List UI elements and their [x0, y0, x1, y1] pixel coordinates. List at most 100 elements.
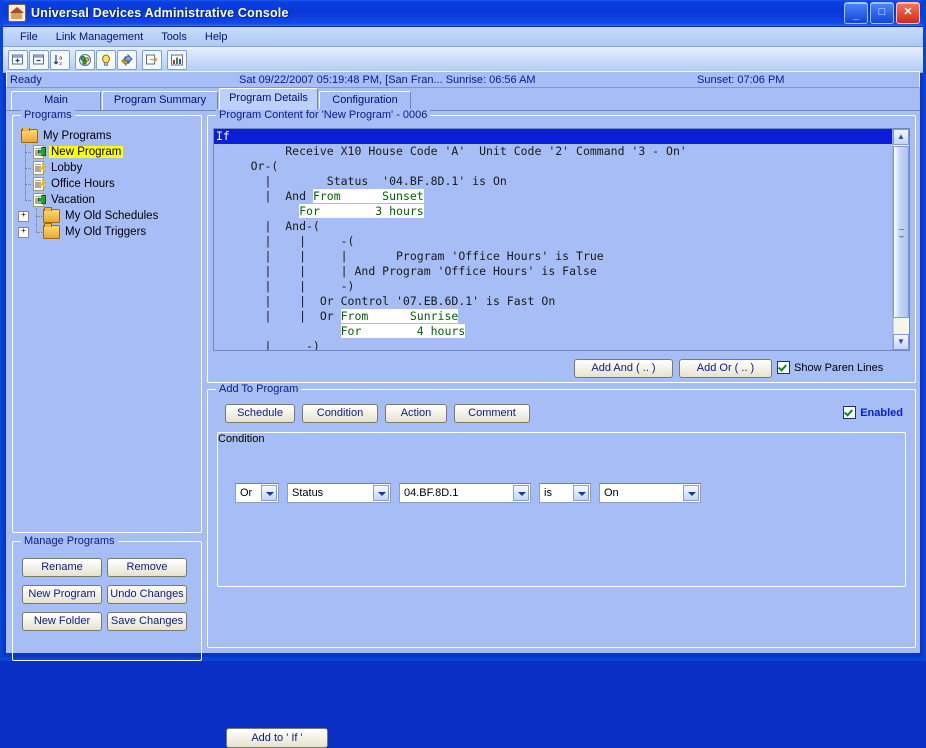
code-prefix — [216, 204, 299, 218]
main-body: Programs My Programs New Program Lobby O… — [6, 109, 920, 748]
code-line: For 4 hours — [214, 324, 893, 339]
program-code-lines: If Receive X10 House Code 'A' Unit Code … — [214, 129, 893, 350]
code-line: | | | Program 'Office Hours' is True — [216, 249, 604, 263]
program-yellow-icon — [32, 177, 46, 191]
maximize-button[interactable]: □ — [870, 2, 894, 24]
rename-button[interactable]: Rename — [22, 558, 102, 577]
tree-item-my-old-triggers[interactable]: + My Old Triggers — [18, 223, 197, 240]
menu-tools[interactable]: Tools — [152, 29, 196, 45]
code-prefix: | And — [216, 189, 313, 203]
programs-panel: Programs My Programs New Program Lobby O… — [12, 109, 202, 533]
tree-item-label: Office Hours — [51, 178, 115, 190]
manage-programs-panel: Manage Programs Rename Remove New Progra… — [12, 535, 202, 661]
sort-az-icon[interactable]: az — [50, 49, 70, 70]
show-paren-lines-checkbox[interactable]: Show Paren Lines — [777, 361, 883, 374]
condition-button[interactable]: Condition — [302, 404, 378, 423]
add-and-button[interactable]: Add And ( .. ) — [574, 359, 673, 378]
menu-file[interactable]: File — [11, 29, 47, 45]
scrollbar-track[interactable] — [893, 318, 909, 333]
tool-bar: az — [3, 47, 923, 73]
menu-help[interactable]: Help — [196, 29, 237, 45]
remove-button[interactable]: Remove — [107, 558, 187, 577]
title-bar: Universal Devices Administrative Console… — [3, 0, 923, 27]
checkbox-box[interactable] — [843, 406, 857, 419]
tree-item-label: My Old Triggers — [65, 226, 147, 238]
tree-item-vacation[interactable]: Vacation — [18, 192, 197, 208]
programs-tree: My Programs New Program Lobby Office Hou… — [18, 128, 197, 528]
new-folder-button[interactable]: New Folder — [22, 612, 102, 631]
action-button[interactable]: Action — [385, 404, 447, 423]
comment-button[interactable]: Comment — [454, 404, 530, 423]
manage-programs-legend: Manage Programs — [21, 535, 118, 547]
export-icon[interactable] — [142, 49, 162, 70]
condition-type-dropdown[interactable]: Status — [287, 483, 391, 503]
remove-node-icon[interactable] — [29, 49, 49, 70]
status-bar: Ready Sat 09/22/2007 05:19:48 PM, [San F… — [6, 71, 920, 88]
comparison-dropdown[interactable]: is — [539, 483, 591, 503]
code-line: Receive X10 House Code 'A' Unit Code '2'… — [216, 144, 687, 158]
tab-program-summary[interactable]: Program Summary — [102, 91, 218, 110]
tree-item-new-program[interactable]: New Program — [18, 144, 197, 160]
chevron-down-icon[interactable] — [373, 485, 389, 501]
new-program-button[interactable]: New Program — [22, 585, 102, 604]
code-line: If — [214, 129, 893, 144]
code-highlight: For 4 hours — [340, 324, 466, 338]
device-address-dropdown[interactable]: 04.BF.8D.1 — [399, 483, 531, 503]
checkbox-box[interactable] — [777, 361, 790, 374]
add-to-if-button[interactable]: Add to ' If ' — [226, 728, 328, 748]
code-line: | | Or Control '07.EB.6D.1' is Fast On — [216, 294, 556, 308]
add-or-button[interactable]: Add Or ( .. ) — [679, 359, 772, 378]
tree-item-label: Vacation — [51, 194, 95, 206]
chevron-down-icon[interactable] — [683, 485, 699, 501]
program-content-editor[interactable]: If Receive X10 House Code 'A' Unit Code … — [213, 128, 910, 351]
tree-item-my-old-schedules[interactable]: + My Old Schedules — [18, 207, 197, 224]
expand-icon[interactable]: + — [18, 210, 29, 222]
enabled-label: Enabled — [860, 406, 903, 419]
add-node-icon[interactable] — [8, 49, 28, 70]
code-highlight: For 3 hours — [299, 204, 424, 218]
undo-changes-button[interactable]: Undo Changes — [107, 585, 187, 604]
application-window: Universal Devices Administrative Console… — [0, 0, 926, 748]
program-green-icon — [32, 145, 46, 159]
schedule-button[interactable]: Schedule — [225, 404, 295, 423]
tree-connector — [32, 224, 43, 240]
chart-icon[interactable] — [167, 49, 187, 70]
tree-item-office-hours[interactable]: Office Hours — [18, 176, 197, 192]
window-title: Universal Devices Administrative Console — [31, 6, 289, 20]
light-bulb-icon[interactable] — [96, 49, 116, 70]
close-button[interactable]: ✕ — [896, 2, 920, 24]
menu-link-management[interactable]: Link Management — [47, 29, 152, 45]
scroll-up-button[interactable]: ▲ — [893, 129, 909, 145]
tree-item-lobby[interactable]: Lobby — [18, 160, 197, 176]
save-changes-button[interactable]: Save Changes — [107, 612, 187, 631]
tab-bar: Main Program Summary Program Details Con… — [6, 88, 920, 111]
tree-connector — [21, 176, 32, 192]
expand-icon[interactable]: + — [18, 226, 29, 238]
tab-main[interactable]: Main — [11, 91, 101, 110]
close-icon: ✕ — [903, 6, 913, 18]
minimize-button[interactable]: _ — [844, 2, 868, 24]
status-datetime: Sat 09/22/2007 05:19:48 PM, [San Fran...… — [239, 74, 536, 86]
tab-configuration[interactable]: Configuration — [319, 91, 411, 110]
tab-program-details[interactable]: Program Details — [219, 88, 318, 110]
scroll-down-button[interactable]: ▼ — [893, 334, 909, 350]
chevron-down-icon[interactable] — [573, 485, 589, 501]
folder-icon — [43, 223, 60, 239]
tree-item-my-programs[interactable]: My Programs — [18, 128, 197, 144]
logic-operator-dropdown[interactable]: Or — [235, 483, 279, 503]
status-sunset: Sunset: 07:06 PM — [697, 74, 785, 86]
code-line: | | -( — [216, 234, 355, 248]
chevron-down-icon[interactable] — [513, 485, 529, 501]
enabled-checkbox[interactable]: Enabled — [843, 406, 903, 419]
scene-icon[interactable] — [75, 49, 95, 70]
tree-item-label: My Old Schedules — [65, 210, 159, 222]
code-prefix — [216, 324, 341, 338]
state-dropdown[interactable]: On — [599, 483, 701, 503]
scrollbar-thumb[interactable] — [893, 146, 909, 318]
link-icon[interactable] — [117, 49, 137, 70]
maximize-icon: □ — [878, 6, 886, 18]
programs-panel-legend: Programs — [21, 109, 75, 121]
code-vertical-scrollbar[interactable]: ▲ ▼ — [892, 129, 909, 350]
code-line: | | Or From Sunrise — [214, 309, 893, 324]
chevron-down-icon[interactable] — [261, 485, 277, 501]
